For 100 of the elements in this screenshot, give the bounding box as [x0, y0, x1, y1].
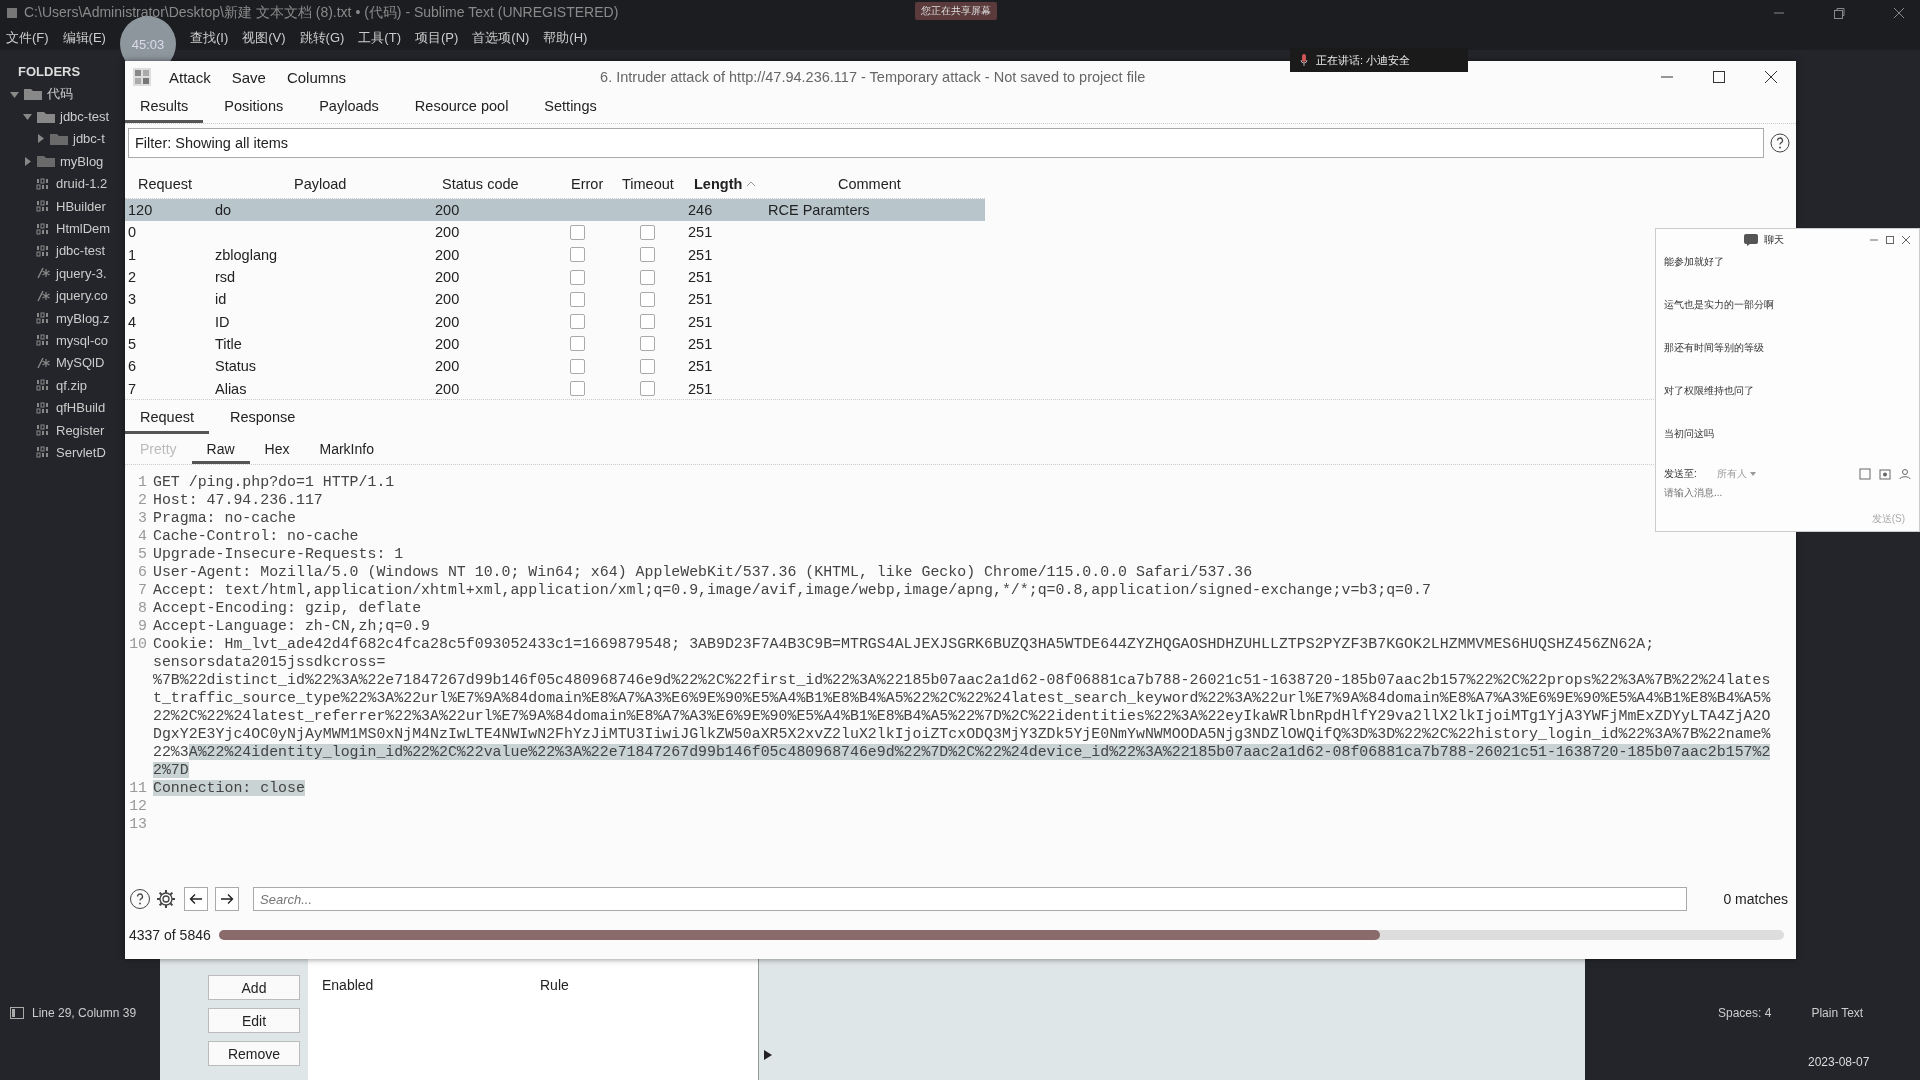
table-row[interactable]: 4 ID 200 251	[125, 310, 985, 333]
close-icon[interactable]	[1901, 235, 1911, 245]
menu-item[interactable]: Save	[231, 68, 266, 86]
back-button[interactable]	[184, 887, 208, 911]
table-row[interactable]: 5 Title 200 251	[125, 332, 985, 356]
table-cell-text: 200	[434, 291, 461, 308]
checkbox[interactable]	[640, 269, 655, 285]
sidebar-item[interactable]: MySQlD	[56, 355, 105, 371]
sidebar-item[interactable]: myBlog.z	[56, 310, 110, 326]
tab[interactable]: Response	[215, 409, 311, 434]
expand-arrow-icon[interactable]	[36, 134, 45, 144]
sidebar-item[interactable]: druid-1.2	[56, 176, 108, 192]
settings-icon[interactable]	[155, 888, 177, 910]
sidebar-item[interactable]: HtmlDem	[56, 221, 111, 237]
column-header[interactable]: Status code	[425, 176, 555, 192]
menu-item[interactable]: 查找(I)	[189, 29, 229, 47]
sidebar-item[interactable]: HBuilder	[56, 198, 106, 214]
table-row[interactable]: 1 zbloglang 200 251	[125, 243, 985, 266]
person-icon[interactable]	[1899, 468, 1911, 480]
column-header[interactable]: Error	[555, 176, 615, 192]
sidebar-item[interactable]: qf.zip	[56, 377, 88, 393]
table-row[interactable]: 2 rsd 200 251	[125, 265, 985, 289]
checkbox[interactable]	[570, 381, 585, 396]
search-field[interactable]: Search...	[253, 887, 1687, 911]
tab[interactable]: Settings	[529, 98, 612, 123]
menu-item[interactable]: 首选项(N)	[472, 29, 530, 47]
checkbox[interactable]	[640, 224, 655, 240]
sidebar-item[interactable]: Register	[56, 422, 105, 438]
column-header[interactable]: Payload	[210, 176, 425, 192]
sidebar-item[interactable]: jquery-3.	[56, 265, 107, 281]
chat-message: 能参加就好了	[1664, 255, 1725, 269]
column-header[interactable]: Request	[125, 176, 210, 192]
restore-icon[interactable]	[1832, 6, 1846, 20]
menu-item[interactable]: 帮助(H)	[543, 29, 588, 47]
sidebar-item[interactable]: qfHBuild	[56, 400, 106, 416]
indentation-setting[interactable]: Spaces: 4	[1718, 1006, 1772, 1020]
table-row[interactable]: 7 Alias 200 251	[125, 377, 985, 399]
tab[interactable]: Payloads	[304, 98, 394, 123]
table-row[interactable]: 3 id 200 251	[125, 288, 985, 311]
table-row[interactable]: 6 Status 200 251	[125, 355, 985, 378]
tab[interactable]: Hex	[249, 441, 305, 464]
menu-item[interactable]: 项目(P)	[414, 29, 459, 47]
sidebar-item[interactable]: ServletD	[56, 444, 106, 460]
checkbox[interactable]	[570, 314, 585, 330]
maximize-icon[interactable]	[1885, 235, 1895, 245]
checkbox[interactable]	[570, 291, 585, 307]
menu-item[interactable]: 视图(V)	[242, 29, 286, 47]
tab[interactable]: Results	[125, 98, 204, 123]
tab[interactable]: MarkInfo	[304, 441, 389, 464]
checkbox[interactable]	[640, 291, 655, 307]
close-icon[interactable]	[1892, 6, 1906, 20]
column-header[interactable]: Enabled	[322, 977, 540, 993]
menu-item[interactable]: 工具(T)	[358, 29, 401, 47]
menu-item[interactable]: 跳转(G)	[299, 29, 345, 47]
collapse-arrow-icon[interactable]	[10, 89, 19, 99]
menu-item[interactable]: Columns	[286, 68, 347, 86]
checkbox[interactable]	[640, 247, 655, 263]
checkbox[interactable]	[570, 247, 585, 263]
checkbox[interactable]	[570, 269, 585, 285]
checkbox[interactable]	[640, 358, 655, 374]
filter-bar[interactable]: Filter: Showing all items	[128, 128, 1764, 158]
rule-button[interactable]: Remove	[208, 1041, 300, 1066]
tab[interactable]: Positions	[209, 98, 299, 123]
column-header[interactable]: Timeout	[615, 176, 675, 192]
checkbox[interactable]	[640, 314, 655, 330]
column-header[interactable]: Length	[675, 176, 765, 192]
sidebar-item[interactable]: jdbc-t	[73, 131, 105, 147]
checkbox[interactable]	[640, 336, 655, 352]
sidebar-item[interactable]: mysql-co	[56, 333, 108, 348]
table-row[interactable]: 120 do 200 246 RCE Paramters	[125, 199, 985, 222]
sidebar-item[interactable]: jquery.co	[56, 288, 108, 304]
help-icon[interactable]	[1770, 133, 1790, 153]
column-header[interactable]: Rule	[540, 977, 758, 993]
checkbox[interactable]	[570, 224, 585, 240]
syntax-setting[interactable]: Plain Text	[1811, 1006, 1864, 1020]
help-icon[interactable]	[129, 888, 151, 910]
file-icon[interactable]	[1859, 468, 1871, 480]
sidebar-item[interactable]: 代码	[47, 85, 73, 104]
menu-item[interactable]: 编辑(E)	[62, 29, 106, 47]
maximize-icon[interactable]	[1712, 70, 1726, 84]
tab[interactable]: Resource pool	[399, 98, 524, 123]
tab[interactable]: Raw	[191, 441, 250, 464]
checkbox[interactable]	[570, 336, 585, 352]
checkbox[interactable]	[570, 358, 585, 374]
menu-item[interactable]: 文件(F)	[6, 29, 49, 47]
sidebar-item[interactable]: jdbc-test	[60, 109, 110, 125]
forward-button[interactable]	[215, 887, 239, 911]
expand-arrow-icon[interactable]	[23, 156, 32, 166]
sidebar-item[interactable]: jdbc-test	[56, 243, 106, 259]
tab[interactable]: Request	[125, 409, 209, 434]
screenshot-icon[interactable]	[1879, 468, 1891, 480]
table-row[interactable]: 0 200 251	[125, 221, 985, 244]
checkbox[interactable]	[640, 381, 655, 396]
rule-button[interactable]: Add	[208, 975, 300, 1000]
collapse-arrow-icon[interactable]	[23, 112, 32, 122]
column-header[interactable]: Comment	[765, 176, 980, 192]
message-field[interactable]: 请输入消息...	[1664, 487, 1911, 498]
sidebar-item[interactable]: myBlog	[60, 153, 104, 169]
rule-button[interactable]: Edit	[208, 1008, 300, 1033]
close-icon[interactable]	[1764, 70, 1778, 84]
